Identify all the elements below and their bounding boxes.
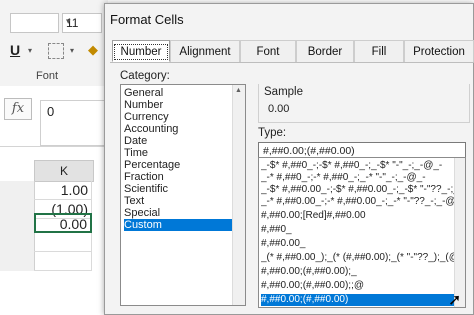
chevron-down-icon[interactable]: ▾ xyxy=(70,46,74,55)
formula-bar-input[interactable]: 0 xyxy=(40,100,109,146)
chevron-down-icon: ▾ xyxy=(66,16,71,26)
format-item[interactable]: _-$* #,##0_-;-$* #,##0_-;_-$* "-"_-;_-@_… xyxy=(261,160,457,172)
scroll-up-icon[interactable]: ▲ xyxy=(235,87,242,94)
mouse-cursor-icon: ➚ xyxy=(448,292,462,309)
category-item-date[interactable]: Date xyxy=(124,135,232,147)
formula-value: 0 xyxy=(47,104,55,119)
category-item-number[interactable]: Number xyxy=(124,99,232,111)
cell[interactable]: 1.00 xyxy=(34,181,92,200)
tab-alignment[interactable]: Alignment xyxy=(170,40,240,62)
type-label: Type: xyxy=(258,127,287,139)
format-item[interactable]: _(* #,##0.00_);_(* (#,##0.00);_(* "-"??_… xyxy=(261,252,457,264)
format-item[interactable]: #,##0_ xyxy=(261,224,457,236)
font-size-dropdown[interactable]: 11 ▾ xyxy=(62,13,102,33)
category-item-fraction[interactable]: Fraction xyxy=(124,171,232,183)
chevron-down-icon[interactable]: ▾ xyxy=(28,46,32,55)
category-item-special[interactable]: Special xyxy=(124,207,232,219)
category-item-currency[interactable]: Currency xyxy=(124,111,232,123)
cell[interactable] xyxy=(34,233,92,252)
category-scrollbar[interactable]: ▲ xyxy=(232,85,245,305)
tab-protection[interactable]: Protection xyxy=(404,40,474,62)
category-item-scientific[interactable]: Scientific xyxy=(124,183,232,195)
insert-function-button[interactable]: fx xyxy=(4,98,32,120)
row-headers xyxy=(0,181,35,271)
format-item-selected[interactable]: #,##0.00;(#,##0.00) xyxy=(261,294,457,306)
format-item[interactable]: _-$* #,##0.00_-;-$* #,##0.00_-;_-$* "-"?… xyxy=(261,184,457,196)
category-item-accounting[interactable]: Accounting xyxy=(124,123,232,135)
sample-value: 0.00 xyxy=(268,103,290,115)
selected-cell[interactable]: 0.00 xyxy=(34,213,92,233)
category-list[interactable]: General Number Currency Accounting Date … xyxy=(120,84,246,306)
tab-number[interactable]: Number xyxy=(112,40,170,62)
column-header-k[interactable]: K xyxy=(34,160,94,182)
format-item[interactable]: #,##0.00;[Red]#,##0.00 xyxy=(261,210,457,222)
format-item[interactable]: _-* #,##0_-;-* #,##0_-;_-* "-"_-;_-@_- xyxy=(261,172,457,184)
tab-border[interactable]: Border xyxy=(296,40,354,62)
font-group-label: Font xyxy=(36,70,59,82)
font-name-dropdown[interactable] xyxy=(10,13,59,33)
format-item[interactable]: #,##0.00;(#,##0.00);;@ xyxy=(261,280,457,292)
category-label: Category: xyxy=(120,70,170,82)
category-item-text[interactable]: Text xyxy=(124,195,232,207)
format-list[interactable]: _-$* #,##0_-;-$* #,##0_-;_-$* "-"_-;_-@_… xyxy=(258,157,466,308)
tab-font[interactable]: Font xyxy=(240,40,296,62)
cell[interactable] xyxy=(34,252,92,271)
sample-label: Sample xyxy=(264,86,303,98)
tab-bar: Number Alignment Font Border Fill Protec… xyxy=(110,40,474,63)
tab-fill[interactable]: Fill xyxy=(354,40,404,62)
category-item-general[interactable]: General xyxy=(124,87,232,99)
fill-color-icon[interactable]: ◆ xyxy=(88,42,98,58)
format-item[interactable]: _-* #,##0.00_-;-* #,##0.00_-;_-* "-"??_-… xyxy=(261,196,457,208)
format-item[interactable]: #,##0.00;(#,##0.00);_ xyxy=(261,266,457,278)
dialog-title: Format Cells xyxy=(110,12,184,27)
category-item-percentage[interactable]: Percentage xyxy=(124,159,232,171)
format-scrollbar[interactable] xyxy=(454,158,465,307)
format-item[interactable]: #,##0.00_ xyxy=(261,238,457,250)
category-item-time[interactable]: Time xyxy=(124,147,232,159)
underline-button[interactable]: U xyxy=(10,42,24,58)
category-item-custom[interactable]: Custom xyxy=(124,219,232,231)
borders-icon[interactable] xyxy=(48,43,64,59)
